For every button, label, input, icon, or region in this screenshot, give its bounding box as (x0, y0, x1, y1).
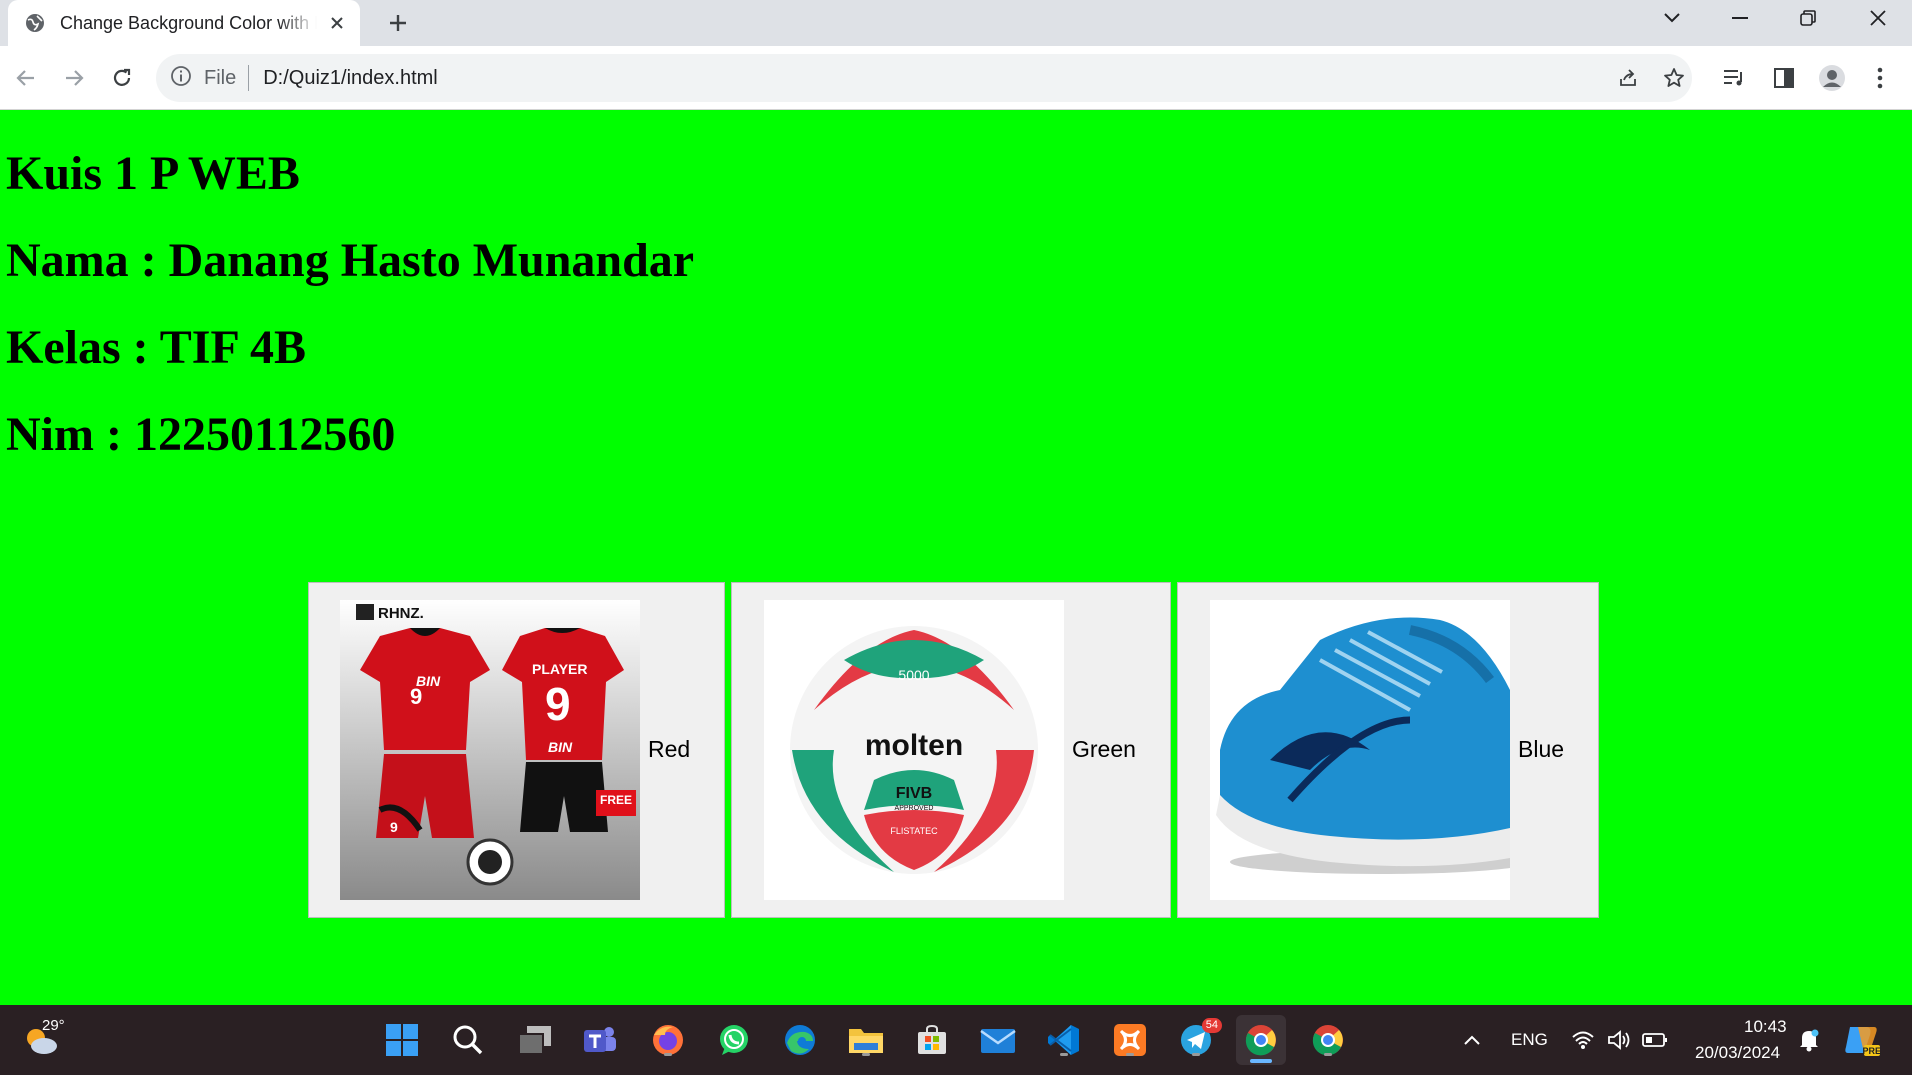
running-indicator (1060, 1053, 1068, 1056)
search-icon[interactable] (448, 1020, 488, 1060)
edge-icon[interactable] (780, 1020, 820, 1060)
tab-strip: Change Background Color with Buttons (0, 0, 1912, 46)
ball-approved: APPROVED (895, 805, 934, 812)
vscode-icon[interactable] (1044, 1020, 1084, 1060)
back-icon[interactable] (8, 60, 44, 96)
quiz-title: Kuis 1 P WEB (6, 147, 300, 200)
browser-toolbar: File D:/Quiz1/index.html (0, 46, 1912, 110)
telegram-icon[interactable]: 54 (1176, 1018, 1222, 1060)
chrome-icon[interactable] (1308, 1020, 1348, 1060)
windows-start-icon[interactable] (382, 1020, 422, 1060)
volume-icon[interactable] (1602, 1020, 1636, 1060)
jersey-back-number: 9 (545, 678, 571, 730)
color-button-green[interactable]: 5000 molten FIVB APPROVED FLISTATEC Gree… (731, 582, 1171, 918)
free-badge-text: FREE (600, 793, 632, 807)
menu-kebab-icon[interactable] (1862, 60, 1898, 96)
running-indicator (1126, 1053, 1134, 1056)
jersey-back-team: BIN (548, 739, 573, 755)
card-label-red: Red (648, 736, 691, 762)
address-bar[interactable]: File D:/Quiz1/index.html (156, 54, 1692, 102)
firefox-icon[interactable] (648, 1020, 688, 1060)
mail-icon[interactable] (978, 1020, 1018, 1060)
jersey-shorts-number: 9 (390, 819, 398, 835)
battery-icon[interactable] (1638, 1020, 1672, 1060)
reload-icon[interactable] (104, 60, 140, 96)
microsoft-store-icon[interactable] (912, 1020, 952, 1060)
file-explorer-icon[interactable] (846, 1020, 886, 1060)
card-label-blue: Blue (1518, 736, 1565, 762)
show-hidden-icons-icon[interactable] (1452, 1020, 1492, 1060)
color-button-blue[interactable]: Blue (1177, 582, 1599, 918)
running-indicator (1192, 1053, 1200, 1056)
active-indicator (1250, 1059, 1272, 1063)
copilot-badge: PRE (1862, 1046, 1881, 1056)
whatsapp-icon[interactable] (714, 1020, 754, 1060)
profile-avatar-icon[interactable] (1814, 60, 1850, 96)
chrome-taskbar-active[interactable] (1236, 1015, 1286, 1065)
task-view-icon[interactable] (515, 1020, 555, 1060)
student-nim: Nim : 12250112560 (6, 408, 396, 461)
site-info-icon[interactable] (170, 65, 192, 92)
tab-title: Change Background Color with Buttons (60, 12, 317, 33)
running-indicator (862, 1053, 870, 1056)
url-text[interactable]: D:/Quiz1/index.html (263, 67, 438, 90)
page-body: Kuis 1 P WEB Nama : Danang Hasto Munanda… (0, 111, 1912, 1005)
windows-taskbar: 29° 54 ENG 10:43 20/03/2024 PRE (0, 1005, 1912, 1075)
new-tab-icon[interactable] (382, 7, 414, 39)
xampp-icon[interactable] (1110, 1020, 1150, 1060)
ball-cert: FIVB (896, 785, 932, 802)
weather-temp: 29° (42, 1017, 65, 1034)
share-icon[interactable] (1610, 60, 1646, 96)
volleyball-image: 5000 molten FIVB APPROVED FLISTATEC (764, 600, 1064, 900)
bookmark-star-icon[interactable] (1656, 60, 1692, 96)
clock-time[interactable]: 10:43 (1744, 1017, 1787, 1037)
side-panel-icon[interactable] (1766, 60, 1802, 96)
clock-date[interactable]: 20/03/2024 (1695, 1043, 1780, 1063)
jersey-front-team: BIN (416, 673, 441, 689)
jersey-image: RHNZ. 9 BIN 9 PLAYER 9 BIN FREE (340, 600, 640, 900)
restore-icon[interactable] (1778, 0, 1838, 36)
card-label-green: Green (1072, 736, 1136, 762)
ball-model: 5000 (898, 667, 929, 683)
jersey-player-text: PLAYER (532, 661, 588, 677)
ball-brand: molten (865, 729, 963, 762)
close-window-icon[interactable] (1848, 0, 1908, 36)
jersey-brand: RHNZ. (378, 605, 424, 622)
scheme-label: File (204, 66, 237, 89)
shoe-image (1210, 600, 1510, 900)
minimize-icon[interactable] (1710, 0, 1770, 36)
student-name: Nama : Danang Hasto Munandar (6, 234, 695, 287)
notification-bell-icon[interactable] (1792, 1020, 1826, 1060)
media-control-icon[interactable] (1716, 60, 1752, 96)
forward-icon[interactable] (56, 60, 92, 96)
wifi-icon[interactable] (1566, 1020, 1600, 1060)
tab-search-icon[interactable] (1642, 0, 1702, 36)
running-indicator (1324, 1053, 1332, 1056)
copilot-icon[interactable]: PRE (1842, 1020, 1882, 1060)
running-indicator (664, 1053, 672, 1056)
color-button-red[interactable]: RHNZ. 9 BIN 9 PLAYER 9 BIN FREE Red (308, 582, 725, 918)
close-tab-icon[interactable] (325, 9, 348, 37)
globe-icon (24, 12, 46, 34)
ball-tech: FLISTATEC (890, 826, 938, 836)
browser-tab[interactable]: Change Background Color with Buttons (8, 0, 360, 46)
language-indicator[interactable]: ENG (1511, 1030, 1548, 1050)
telegram-badge: 54 (1201, 1018, 1222, 1033)
divider (248, 65, 250, 91)
student-class: Kelas : TIF 4B (6, 321, 307, 374)
teams-icon[interactable] (580, 1020, 620, 1060)
